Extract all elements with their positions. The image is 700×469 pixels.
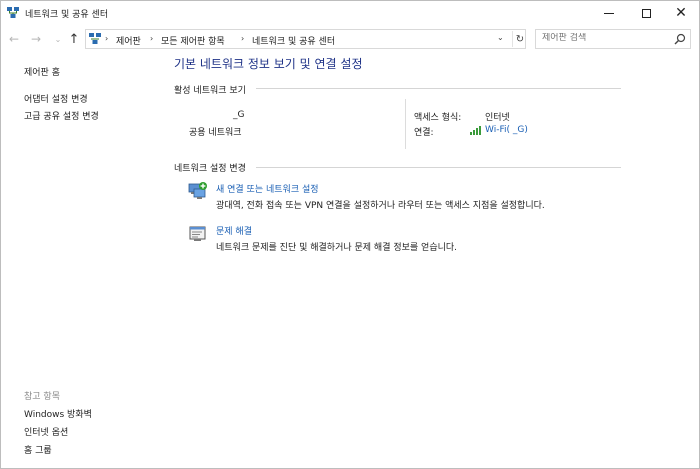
window: 네트워크 및 공유 센터 ✕ ← → ⌄ ↑ › 제어판 › 모든 제어판 항목… (0, 0, 700, 469)
network-name: _G (233, 110, 245, 120)
see-also-header: 참고 항목 (24, 392, 60, 402)
forward-button[interactable]: → (29, 31, 43, 47)
maximize-icon (641, 8, 651, 18)
address-dropdown-icon[interactable]: ⌄ (497, 33, 504, 42)
homegroup-link[interactable]: 홈 그룹 (24, 443, 52, 456)
change-settings-header: 네트워크 설정 변경 (174, 164, 246, 174)
breadcrumb-separator-icon[interactable]: › (105, 34, 108, 43)
title-bar[interactable]: 네트워크 및 공유 센터 ✕ (1, 1, 699, 25)
breadcrumb-separator-icon[interactable]: › (150, 34, 153, 43)
chevron-down-icon: ⌄ (54, 34, 62, 44)
close-button[interactable]: ✕ (663, 1, 699, 25)
change-advanced-sharing-link[interactable]: 고급 공유 설정 변경 (24, 109, 99, 122)
change-adapter-settings-link[interactable]: 어댑터 설정 변경 (24, 92, 88, 105)
new-connection-icon (188, 182, 207, 199)
control-panel-icon (89, 33, 101, 44)
search-box[interactable] (535, 29, 691, 49)
new-connection-link[interactable]: 새 연결 또는 네트워크 설정 (216, 182, 319, 195)
search-input[interactable] (542, 33, 662, 43)
back-button[interactable]: ← (7, 31, 21, 47)
network-type-link[interactable]: 공용 네트워크 (189, 125, 242, 138)
forward-arrow-icon: → (30, 32, 42, 46)
section-divider (256, 88, 621, 89)
section-divider (256, 167, 621, 168)
wifi-signal-icon (470, 126, 481, 135)
close-icon: ✕ (675, 5, 687, 21)
active-networks-header: 활성 네트워크 보기 (174, 86, 246, 96)
minimize-button[interactable] (591, 1, 627, 25)
up-button[interactable]: ↑ (67, 31, 81, 47)
left-pane: 제어판 홈 어댑터 설정 변경 고급 공유 설정 변경 참고 항목 Window… (1, 51, 161, 468)
new-connection-description: 광대역, 전화 접속 또는 VPN 연결을 설정하거나 라우터 또는 액세스 지… (216, 201, 545, 211)
minimize-icon (604, 12, 614, 14)
maximize-button[interactable] (628, 1, 664, 25)
page-title: 기본 네트워크 정보 보기 및 연결 설정 (174, 57, 363, 71)
access-type-value: 인터넷 (485, 113, 510, 123)
wifi-connection-link[interactable]: Wi-Fi( _G) (485, 125, 528, 135)
breadcrumb-all-items[interactable]: 모든 제어판 항목 (161, 34, 225, 47)
troubleshoot-icon (189, 226, 206, 241)
vertical-divider (405, 99, 406, 149)
breadcrumb-control-panel[interactable]: 제어판 (116, 34, 141, 47)
window-title: 네트워크 및 공유 센터 (25, 10, 109, 20)
windows-firewall-link[interactable]: Windows 방화벽 (24, 407, 92, 420)
search-icon[interactable] (674, 33, 686, 45)
network-center-icon (7, 7, 19, 18)
refresh-button[interactable]: ↻ (512, 31, 527, 47)
troubleshoot-link[interactable]: 문제 해결 (216, 224, 252, 237)
back-arrow-icon: ← (8, 32, 20, 46)
up-arrow-icon: ↑ (68, 31, 80, 47)
internet-options-link[interactable]: 인터넷 옵션 (24, 425, 68, 438)
connection-label: 연결: (414, 128, 434, 138)
breadcrumb-separator-icon[interactable]: › (241, 34, 244, 43)
refresh-icon: ↻ (515, 33, 525, 45)
control-panel-home-link[interactable]: 제어판 홈 (24, 65, 60, 78)
recent-locations-button[interactable]: ⌄ (51, 31, 65, 47)
access-type-label: 액세스 형식: (414, 113, 462, 123)
navigation-bar: ← → ⌄ ↑ › 제어판 › 모든 제어판 항목 › 네트워크 및 공유 센터… (1, 28, 699, 50)
breadcrumb-network-center[interactable]: 네트워크 및 공유 센터 (252, 34, 335, 47)
address-bar[interactable]: › 제어판 › 모든 제어판 항목 › 네트워크 및 공유 센터 ⌄ ↻ (85, 29, 526, 49)
troubleshoot-description: 네트워크 문제를 진단 및 해결하거나 문제 해결 정보를 얻습니다. (216, 243, 458, 253)
